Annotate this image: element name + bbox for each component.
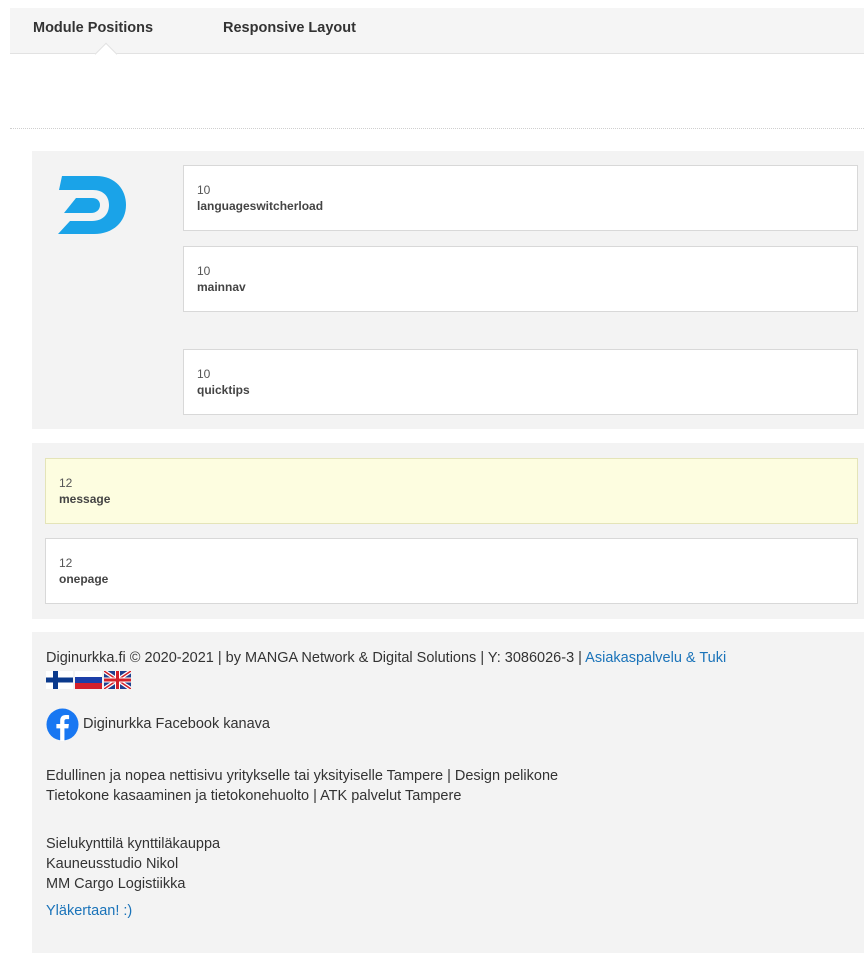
diginurkka-d-logo-icon[interactable] <box>56 173 128 237</box>
position-span: 10 <box>197 183 211 197</box>
facebook-link-row[interactable]: Diginurkka Facebook kanava <box>46 707 864 741</box>
tab-bar: Module Positions Responsive Layout <box>10 8 864 66</box>
back-to-top-link[interactable]: Yläkertaan! :) <box>46 903 864 919</box>
position-span: 10 <box>197 264 211 278</box>
position-span: 12 <box>59 476 73 490</box>
position-box-languageswitcherload: 10 languageswitcherload <box>183 165 858 231</box>
position-name: message <box>59 492 111 506</box>
finland-flag-icon[interactable] <box>46 671 73 689</box>
uk-flag-icon[interactable] <box>104 671 131 689</box>
position-name: languageswitcherload <box>197 199 324 213</box>
partner-link[interactable]: MM Cargo Logistiikka <box>46 874 864 894</box>
position-name: quicktips <box>197 383 250 397</box>
position-box-onepage: 12 onepage <box>45 538 858 604</box>
support-link[interactable]: Asiakaspalvelu & Tuki <box>585 650 726 666</box>
active-tab-indicator <box>94 42 118 66</box>
facebook-icon[interactable] <box>46 707 79 741</box>
language-flags <box>46 671 864 689</box>
service-link[interactable]: Edullinen ja nopea nettisivu yritykselle… <box>46 766 864 786</box>
service-links: Edullinen ja nopea nettisivu yritykselle… <box>46 766 864 806</box>
service-link[interactable]: Tietokone kasaaminen ja tietokonehuolto … <box>46 786 864 806</box>
position-span: 10 <box>197 367 211 381</box>
partner-links: Sielukynttilä kynttiläkauppa Kauneusstud… <box>46 834 864 894</box>
position-name: onepage <box>59 572 109 586</box>
position-name: mainnav <box>197 280 246 294</box>
site-footer: Diginurkka.fi © 2020-2021 | by MANGA Net… <box>32 632 864 953</box>
position-box-mainnav: 10 mainnav <box>183 246 858 312</box>
partner-link[interactable]: Kauneusstudio Nikol <box>46 854 864 874</box>
facebook-label[interactable]: Diginurkka Facebook kanava <box>83 716 270 732</box>
tab-responsive-layout[interactable]: Responsive Layout <box>223 20 356 36</box>
main-row: 12 message 12 onepage <box>32 443 864 619</box>
divider <box>10 128 864 129</box>
partner-link[interactable]: Sielukynttilä kynttiläkauppa <box>46 834 864 854</box>
position-span: 12 <box>59 556 73 570</box>
position-box-message: 12 message <box>45 458 858 524</box>
copyright-text: Diginurkka.fi © 2020-2021 | by MANGA Net… <box>46 650 586 666</box>
copyright-line: Diginurkka.fi © 2020-2021 | by MANGA Net… <box>46 649 864 668</box>
header-row: 10 languageswitcherload 10 mainnav 10 qu… <box>32 151 864 429</box>
position-box-quicktips: 10 quicktips <box>183 349 858 415</box>
russia-flag-icon[interactable] <box>75 671 102 689</box>
tab-module-positions[interactable]: Module Positions <box>33 20 153 36</box>
